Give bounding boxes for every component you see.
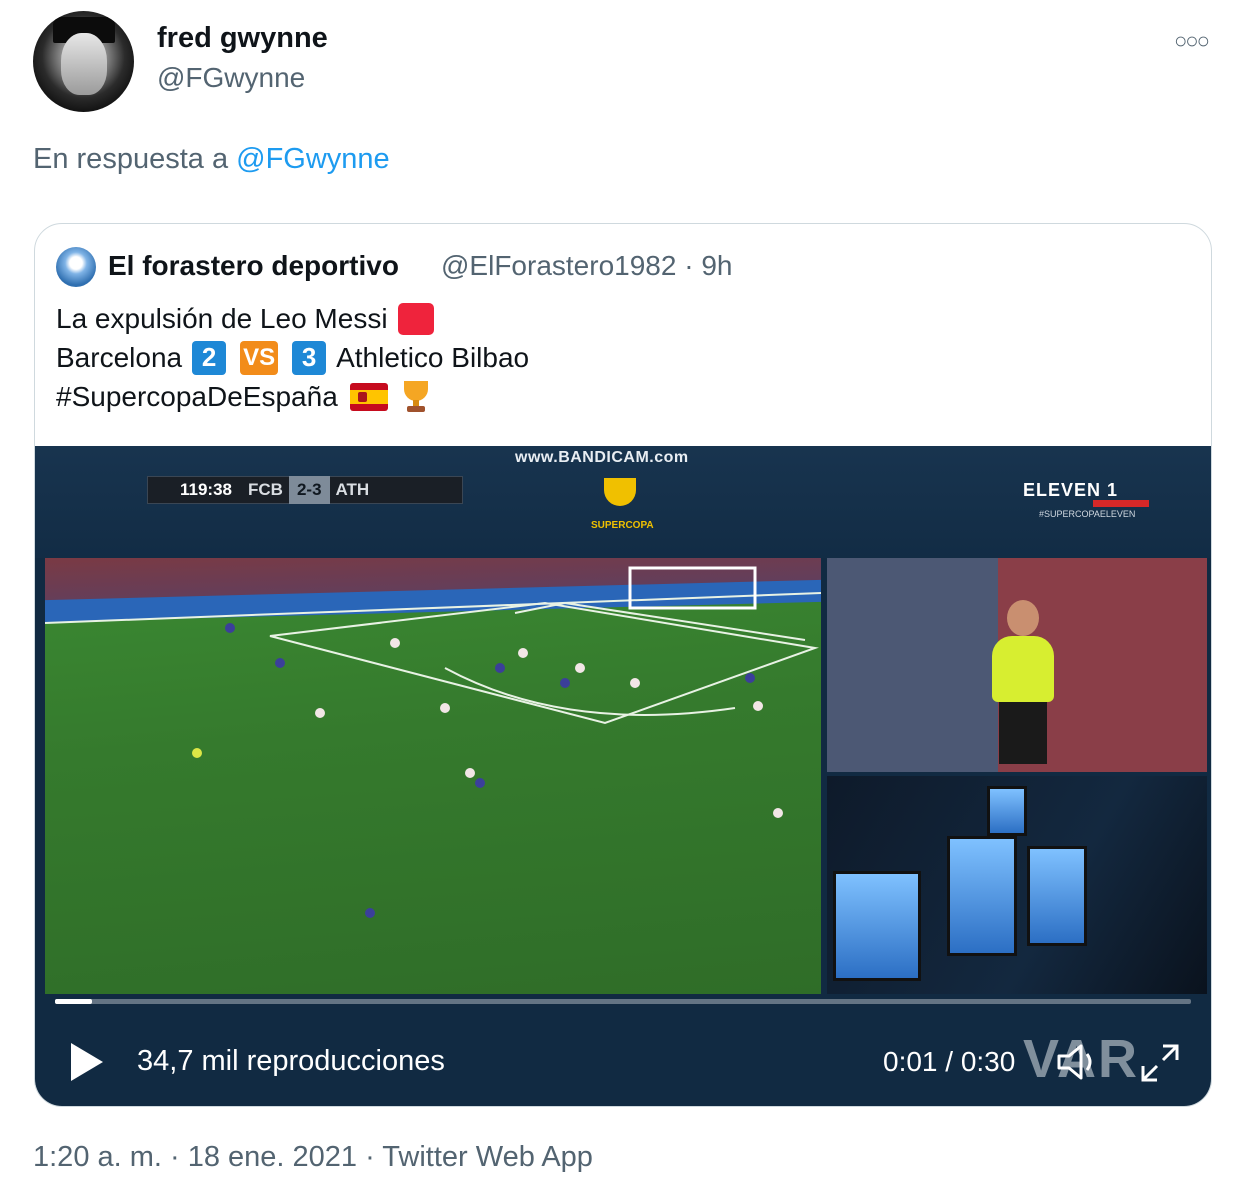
- video-time: 0:01 / 0:30: [883, 1046, 1016, 1077]
- author-avatar[interactable]: [33, 11, 134, 112]
- bandicam-watermark: www.BANDICAM.com: [515, 449, 689, 466]
- more-options-icon[interactable]: ○○○: [1174, 28, 1210, 54]
- home-team: FCB: [248, 480, 283, 499]
- quoted-tweet-card[interactable]: El forastero deportivo @ElForastero1982 …: [34, 223, 1212, 1107]
- quoted-text-headline: La expulsión de Leo Messi: [56, 303, 388, 334]
- fullscreen-icon[interactable]: [1139, 1042, 1181, 1084]
- referee-shirt: [992, 636, 1054, 702]
- quoted-author-handle-time: @ElForastero1982 · 9h: [441, 250, 733, 281]
- var-monitor: [1027, 846, 1087, 946]
- spain-flag-icon: [349, 382, 388, 411]
- trophy-icon: [398, 379, 434, 415]
- quoted-text-line-2: Barcelona 2 VS 3 Athletico Bilbao: [56, 338, 529, 377]
- video-player[interactable]: www.BANDICAM.com 119:38 FCB 2-3 ATH SUPE…: [35, 446, 1211, 1106]
- reply-context: En respuesta a @FGwynne: [33, 143, 390, 176]
- tweet: fred gwynne @FGwynne ○○○ En respuesta a …: [0, 0, 1237, 1200]
- team-b-name: Athletico Bilbao: [336, 342, 530, 373]
- var-monitor: [987, 786, 1027, 836]
- team-a-name: Barcelona: [56, 342, 183, 373]
- broadcaster-logo: ELEVEN 1: [1023, 480, 1119, 500]
- score-a-badge: 2: [192, 340, 227, 375]
- author-name[interactable]: fred gwynne: [157, 22, 328, 55]
- author-handle[interactable]: @FGwynne: [157, 62, 305, 94]
- play-icon[interactable]: [71, 1043, 103, 1081]
- video-progress-fill: [55, 999, 93, 1004]
- view-count: 34,7 mil reproducciones: [137, 1045, 445, 1077]
- referee-head: [1007, 600, 1039, 636]
- broadcaster-hashtag: #SUPERCOPAELEVEN: [1039, 509, 1136, 519]
- volume-icon[interactable]: [1055, 1042, 1101, 1082]
- avatar-face: [61, 33, 107, 95]
- quoted-text-line-1: La expulsión de Leo Messi: [56, 299, 529, 338]
- broadcaster-bar: [1093, 500, 1149, 507]
- reply-mention-link[interactable]: @FGwynne: [236, 143, 390, 175]
- quoted-tweet-text: La expulsión de Leo Messi Barcelona 2 VS…: [56, 299, 529, 416]
- score-b-badge: 3: [292, 340, 327, 375]
- video-progress-bar[interactable]: [55, 999, 1191, 1004]
- var-monitor: [947, 836, 1017, 956]
- supercopa-label: SUPERCOPA: [591, 520, 654, 531]
- match-clock: 119:38: [180, 480, 232, 499]
- supercopa-logo: SUPERCOPA: [591, 474, 654, 536]
- quoted-author-avatar: [56, 247, 96, 287]
- tweet-timestamp-source[interactable]: 1:20 a. m. · 18 ene. 2021 · Twitter Web …: [33, 1141, 593, 1174]
- red-card-icon: [397, 302, 434, 335]
- match-score: 2-3: [288, 476, 330, 504]
- quoted-author-name: El forastero deportivo: [108, 250, 399, 281]
- var-monitor: [833, 871, 921, 981]
- hashtag-link[interactable]: #SupercopaDeEspaña: [56, 377, 338, 416]
- quoted-text-line-3: #SupercopaDeEspaña: [56, 377, 529, 416]
- vs-badge: VS: [240, 340, 279, 375]
- pitch-markings: [45, 566, 821, 918]
- away-team: ATH: [335, 480, 370, 499]
- referee-camera: [827, 558, 1207, 772]
- match-scoreboard: 119:38 FCB 2-3 ATH: [147, 476, 463, 504]
- var-room-camera: [827, 776, 1207, 994]
- reply-prefix: En respuesta a: [33, 143, 229, 175]
- referee-shorts: [999, 702, 1047, 764]
- pitch-view: [45, 558, 821, 994]
